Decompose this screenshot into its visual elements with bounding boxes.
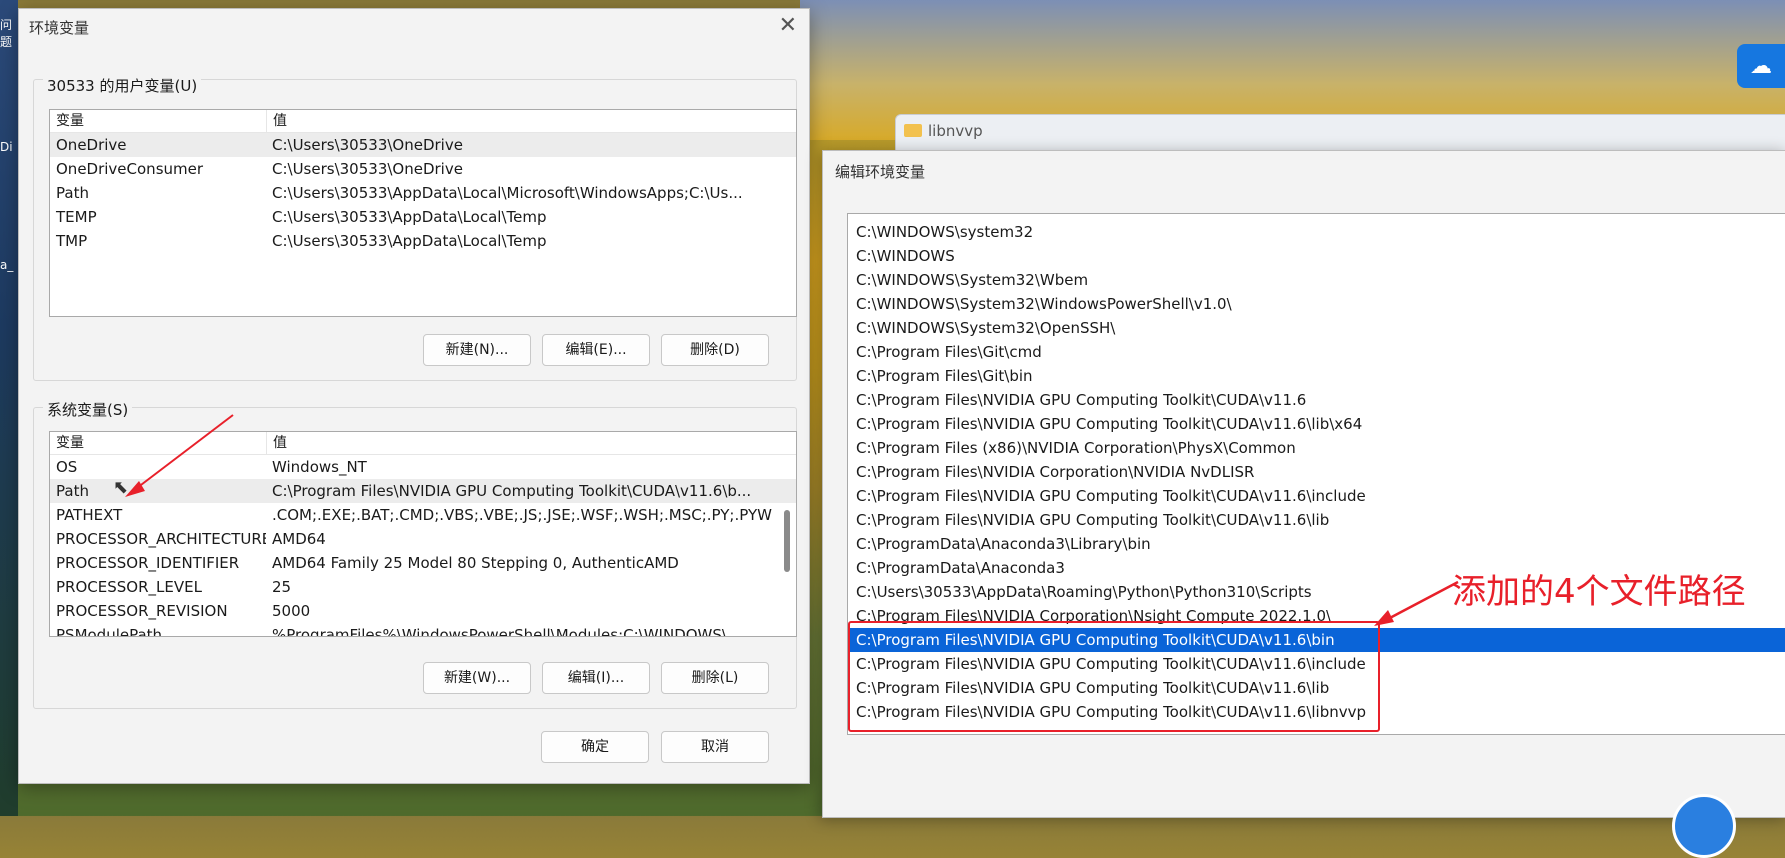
variable-value: C:\Users\30533\OneDrive [272, 160, 463, 178]
path-entry[interactable]: C:\Program Files (x86)\NVIDIA Corporatio… [848, 436, 1785, 460]
variable-name: PROCESSOR_ARCHITECTURE [56, 530, 266, 548]
desktop-fragment: 问题 [0, 18, 13, 49]
user-edit-button[interactable]: 编辑(E)... [542, 334, 650, 366]
variable-value: 5000 [272, 602, 311, 620]
path-entry[interactable]: C:\Program Files\NVIDIA Corporation\NVID… [848, 460, 1785, 484]
table-row[interactable]: OneDriveConsumer C:\Users\30533\OneDrive [50, 157, 796, 181]
variable-value: %ProgramFiles%\WindowsPowerShell\Modules… [272, 626, 742, 637]
variable-value: 25 [272, 578, 292, 596]
variable-value: C:\Users\30533\AppData\Local\Temp [272, 208, 547, 226]
desktop-fragment: a_ [0, 258, 14, 272]
table-row[interactable]: PROCESSOR_IDENTIFIER AMD64 Family 25 Mode… [50, 551, 796, 575]
path-entry[interactable]: C:\WINDOWS\System32\WindowsPowerShell\v1… [848, 292, 1785, 316]
user-variables-label: 30533 的用户变量(U) [43, 75, 202, 96]
table-row[interactable]: PATHEXT .COM;.EXE;.BAT;.CMD;.VBS;.VBE;.JS… [50, 503, 796, 527]
system-edit-button[interactable]: 编辑(I)... [542, 662, 650, 694]
variable-name: PATHEXT [56, 506, 123, 524]
explorer-folder-label: libnvvp [928, 122, 983, 140]
explorer-window-titlebar[interactable]: libnvvp [895, 114, 1785, 152]
variable-name: OneDriveConsumer [56, 160, 204, 178]
folder-icon [904, 124, 922, 137]
path-entry[interactable]: C:\Program Files\NVIDIA GPU Computing To… [848, 652, 1785, 676]
variable-value: Windows_NT [272, 458, 367, 476]
path-entry[interactable]: C:\Program Files\Git\cmd [848, 340, 1785, 364]
variable-name: TMP [56, 232, 88, 250]
variable-name: PROCESSOR_REVISION [56, 602, 228, 620]
path-entry[interactable]: C:\Program Files\NVIDIA GPU Computing To… [848, 484, 1785, 508]
variable-name: TEMP [56, 208, 97, 226]
user-variables-list[interactable]: 变量 值 OneDrive C:\Users\30533\OneDrive OneD… [49, 109, 797, 317]
table-row[interactable]: PROCESSOR_LEVEL 25 [50, 575, 796, 599]
variable-value: C:\Users\30533\OneDrive [272, 136, 463, 154]
variable-name: PROCESSOR_IDENTIFIER [56, 554, 240, 572]
annotation-text: 添加的4个文件路径 [1452, 572, 1746, 612]
path-entry[interactable]: C:\ProgramData\Anaconda3\Library\bin [848, 532, 1785, 556]
close-icon[interactable]: ✕ [779, 13, 797, 38]
edit-environment-variable-dialog: 编辑环境变量 C:\WINDOWS\system32 C:\WINDOWS C:\W… [822, 150, 1785, 818]
system-delete-button[interactable]: 删除(L) [661, 662, 769, 694]
path-entry[interactable]: C:\Program Files\NVIDIA GPU Computing To… [848, 388, 1785, 412]
user-delete-button[interactable]: 删除(D) [661, 334, 769, 366]
variable-value: AMD64 Family 25 Model 80 Stepping 0, Aut… [272, 554, 679, 572]
column-header-value[interactable]: 值 [267, 432, 287, 454]
red-arrow-annotation-icon [1374, 580, 1459, 626]
variable-name: Path [56, 184, 89, 202]
table-row[interactable]: TEMP C:\Users\30533\AppData\Local\Temp [50, 205, 796, 229]
table-row[interactable]: OneDrive C:\Users\30533\OneDrive [50, 133, 796, 157]
environment-variables-dialog: 环境变量 ✕ 30533 的用户变量(U) 变量 值 OneDrive C:\Us… [18, 8, 810, 784]
table-row[interactable]: PSModulePath %ProgramFiles%\WindowsPowerS… [50, 623, 796, 637]
cloud-sync-icon[interactable]: ☁ [1737, 44, 1785, 88]
variable-value: .COM;.EXE;.BAT;.CMD;.VBS;.VBE;.JS;.JSE;.… [272, 506, 772, 524]
scrollbar-thumb[interactable] [784, 510, 790, 572]
path-entry[interactable]: C:\WINDOWS\System32\OpenSSH\ [848, 316, 1785, 340]
column-header-value[interactable]: 值 [267, 110, 287, 132]
ok-button[interactable]: 确定 [541, 731, 649, 763]
red-arrow-annotation-icon [125, 414, 234, 497]
path-entry[interactable]: C:\Program Files\NVIDIA GPU Computing To… [848, 508, 1785, 532]
table-row[interactable]: PROCESSOR_ARCHITECTURE AMD64 [50, 527, 796, 551]
variable-name: PROCESSOR_LEVEL [56, 578, 202, 596]
variable-value: C:\Users\30533\AppData\Local\Microsoft\W… [272, 184, 743, 202]
variable-name: OneDrive [56, 136, 127, 154]
table-row[interactable]: Path C:\Users\30533\AppData\Local\Microso… [50, 181, 796, 205]
path-entry[interactable]: C:\Program Files\NVIDIA GPU Computing To… [848, 412, 1785, 436]
desktop-left-edge: 问题 Di a_ [0, 0, 18, 816]
variable-value: AMD64 [272, 530, 326, 548]
variable-value: C:\Users\30533\AppData\Local\Temp [272, 232, 547, 250]
path-entry[interactable]: C:\Program Files\NVIDIA GPU Computing To… [848, 628, 1785, 652]
list-header: 变量 值 [50, 110, 796, 133]
path-entry[interactable]: C:\WINDOWS\system32 [848, 220, 1785, 244]
path-entries-list[interactable]: C:\WINDOWS\system32 C:\WINDOWS C:\WINDOWS\… [847, 213, 1785, 735]
path-entry[interactable]: C:\Program Files\NVIDIA GPU Computing To… [848, 676, 1785, 700]
column-header-variable[interactable]: 变量 [50, 110, 267, 132]
path-entry[interactable]: C:\WINDOWS [848, 244, 1785, 268]
desktop-fragment: Di [0, 140, 13, 154]
dialog-title: 环境变量 [29, 19, 90, 37]
table-row[interactable]: PROCESSOR_REVISION 5000 [50, 599, 796, 623]
floating-action-button[interactable] [1672, 794, 1736, 858]
user-new-button[interactable]: 新建(N)... [423, 334, 531, 366]
path-entry[interactable]: C:\Program Files\NVIDIA GPU Computing To… [848, 700, 1785, 724]
cancel-button[interactable]: 取消 [661, 731, 769, 763]
path-entry[interactable]: C:\WINDOWS\System32\Wbem [848, 268, 1785, 292]
variable-name: PSModulePath [56, 626, 163, 637]
dialog-title: 编辑环境变量 [835, 163, 926, 181]
path-entry[interactable]: C:\Program Files\Git\bin [848, 364, 1785, 388]
variable-value: C:\Program Files\NVIDIA GPU Computing To… [272, 482, 752, 500]
table-row[interactable]: TMP C:\Users\30533\AppData\Local\Temp [50, 229, 796, 253]
system-new-button[interactable]: 新建(W)... [423, 662, 531, 694]
